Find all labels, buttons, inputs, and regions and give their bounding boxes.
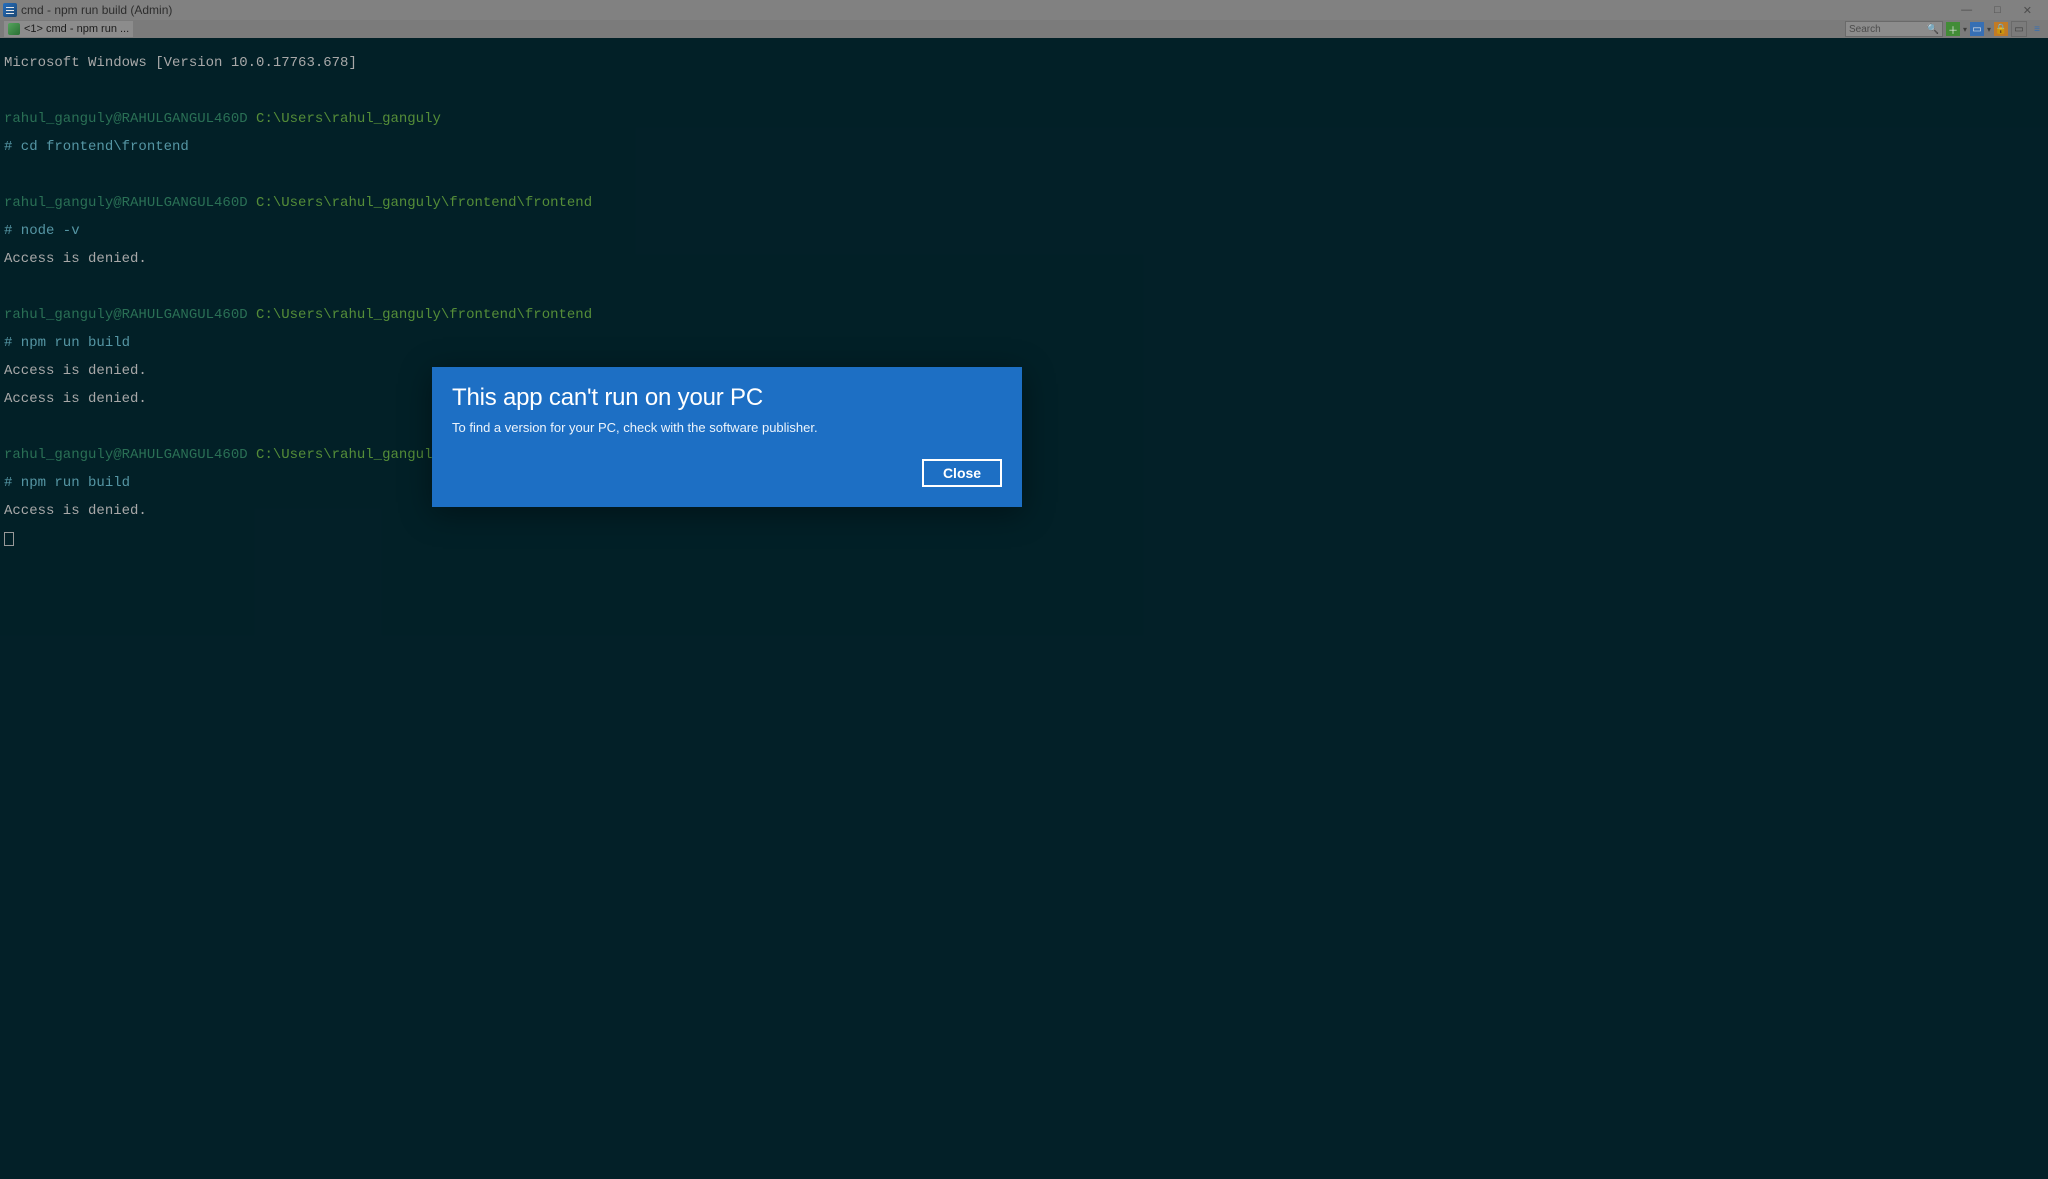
close-button[interactable]: ✕ [2023, 4, 2032, 17]
new-tab-button[interactable]: ＋ [1946, 22, 1960, 36]
search-icon: 🔍 [1927, 24, 1939, 35]
version-line: Microsoft Windows [Version 10.0.17763.67… [4, 56, 2044, 70]
prompt-path: C:\Users\rahul_ganguly\frontend\frontend [256, 307, 592, 323]
window-button[interactable]: ▭ [1970, 22, 1984, 36]
tab-cmd[interactable]: <1> cmd - npm run ... [4, 21, 133, 37]
app-icon [3, 3, 17, 17]
output-line: Access is denied. [4, 252, 2044, 266]
output-line: Access is denied. [4, 504, 2044, 518]
search-placeholder: Search [1849, 24, 1881, 35]
terminal-output[interactable]: Microsoft Windows [Version 10.0.17763.67… [0, 38, 2048, 1179]
panel-button[interactable]: ▭ [2011, 21, 2027, 37]
command-line: # npm run build [4, 336, 2044, 350]
window-title: cmd - npm run build (Admin) [21, 3, 172, 17]
dialog-close-button[interactable]: Close [922, 459, 1002, 487]
window-titlebar: cmd - npm run build (Admin) — □ ✕ [0, 0, 2048, 20]
command-line: # cd frontend\frontend [4, 140, 2044, 154]
prompt-path: C:\Users\rahul_ganguly [256, 111, 441, 127]
toolbar: Search 🔍 ＋ ▾ ▭ ▾ 🔒 ▭ ≡ [1845, 21, 2044, 37]
dialog-body: To find a version for your PC, check wit… [432, 416, 1022, 435]
menu-button[interactable]: ≡ [2030, 22, 2044, 36]
output-line: Access is denied. [4, 364, 2044, 378]
prompt-path: C:\Users\rahul_ganguly\frontend\frontend [256, 195, 592, 211]
maximize-button[interactable]: □ [1994, 4, 2001, 16]
command-line: # npm run build [4, 476, 2044, 490]
search-input[interactable]: Search 🔍 [1845, 21, 1943, 37]
window-dropdown[interactable]: ▾ [1987, 25, 1991, 34]
prompt-user: rahul_ganguly@RAHULGANGUL460D [4, 195, 248, 211]
terminal-icon [8, 23, 20, 35]
tab-label: <1> cmd - npm run ... [24, 23, 129, 35]
prompt-user: rahul_ganguly@RAHULGANGUL460D [4, 111, 248, 127]
command-line: # node -v [4, 224, 2044, 238]
dialog-title: This app can't run on your PC [432, 367, 1022, 416]
error-dialog: This app can't run on your PC To find a … [432, 367, 1022, 507]
output-line: Access is denied. [4, 392, 2044, 406]
minimize-button[interactable]: — [1961, 4, 1972, 16]
terminal-cursor [4, 532, 14, 546]
prompt-user: rahul_ganguly@RAHULGANGUL460D [4, 307, 248, 323]
lock-button[interactable]: 🔒 [1994, 22, 2008, 36]
prompt-user: rahul_ganguly@RAHULGANGUL460D [4, 447, 248, 463]
tab-bar: <1> cmd - npm run ... Search 🔍 ＋ ▾ ▭ ▾ 🔒… [0, 20, 2048, 38]
new-tab-dropdown[interactable]: ▾ [1963, 25, 1967, 34]
